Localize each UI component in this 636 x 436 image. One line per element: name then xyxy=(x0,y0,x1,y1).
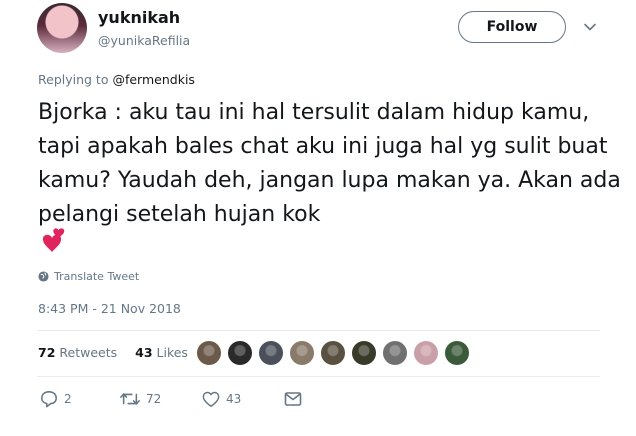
replying-to: Replying to @fermendkis xyxy=(38,72,195,87)
tweet-actions: 2 72 43 xyxy=(40,390,302,408)
tweet-text: Bjorka : aku tau ini hal tersulit dalam … xyxy=(38,100,621,227)
liker-avatar[interactable] xyxy=(320,340,346,366)
heart-icon xyxy=(202,391,220,407)
liker-avatar[interactable] xyxy=(444,340,470,366)
tweet-timestamp[interactable]: 8:43 PM - 21 Nov 2018 xyxy=(38,301,181,316)
retweet-count: 72 xyxy=(146,392,162,406)
two-hearts-icon xyxy=(42,228,65,252)
translate-tweet[interactable]: Translate Tweet xyxy=(38,270,139,283)
retweets-count: 72 xyxy=(38,345,56,360)
reply-button[interactable]: 2 xyxy=(40,390,120,408)
follow-button[interactable]: Follow xyxy=(458,11,566,43)
liker-avatar[interactable] xyxy=(258,340,284,366)
likes-stat[interactable]: 43 Likes xyxy=(135,345,188,360)
envelope-icon xyxy=(284,392,302,406)
display-name[interactable]: yuknikah xyxy=(98,8,180,27)
likes-label: Likes xyxy=(156,345,188,360)
liker-avatar[interactable] xyxy=(351,340,377,366)
liker-avatar[interactable] xyxy=(289,340,315,366)
tweet-stats: 72 Retweets 43 Likes xyxy=(38,345,188,360)
liker-avatar[interactable] xyxy=(413,340,439,366)
liker-avatar[interactable] xyxy=(227,340,253,366)
retweet-button[interactable]: 72 xyxy=(120,390,202,408)
liker-avatar[interactable] xyxy=(382,340,408,366)
direct-message-button[interactable] xyxy=(284,391,302,407)
replying-to-label: Replying to xyxy=(38,72,109,87)
retweet-icon xyxy=(120,393,140,405)
chevron-down-icon[interactable] xyxy=(583,20,597,34)
avatar[interactable] xyxy=(37,3,87,53)
like-button[interactable]: 43 xyxy=(202,391,284,408)
like-count: 43 xyxy=(226,392,242,406)
mention-link[interactable]: @fermendkis xyxy=(112,72,194,87)
divider xyxy=(37,376,600,377)
divider xyxy=(37,330,600,331)
globe-icon xyxy=(38,271,49,282)
reply-count: 2 xyxy=(64,392,72,406)
likers-row xyxy=(196,340,470,366)
liker-avatar[interactable] xyxy=(196,340,222,366)
user-handle[interactable]: @yunikaRefilia xyxy=(98,33,190,48)
reply-icon xyxy=(41,391,57,408)
retweets-label: Retweets xyxy=(59,345,118,360)
retweets-stat[interactable]: 72 Retweets xyxy=(38,345,117,360)
translate-label[interactable]: Translate Tweet xyxy=(54,270,139,283)
likes-count: 43 xyxy=(135,345,153,360)
